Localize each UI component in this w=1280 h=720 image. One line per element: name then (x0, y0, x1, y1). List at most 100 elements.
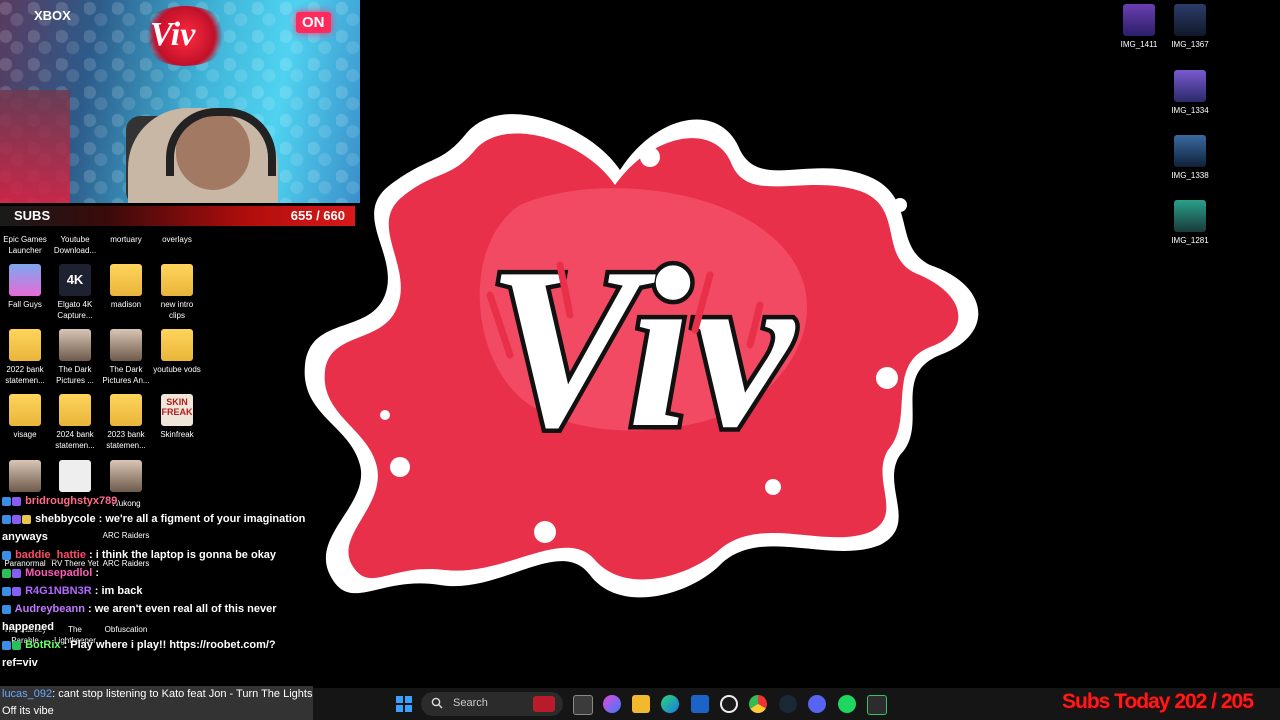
icon-label: 2022 bank statemen... (5, 365, 45, 385)
icon-label: IMG_1338 (1171, 171, 1209, 180)
icon-label: The Dark Pictures ... (56, 365, 94, 385)
subscriber-badge-icon (2, 550, 11, 560)
crown-badge-icon (22, 514, 31, 524)
desktop-icon-overlays[interactable]: overlays (152, 234, 202, 245)
game-shortcut-icon (110, 329, 142, 361)
icon-label: youtube vods (153, 365, 201, 374)
desktop-icon-img-1281[interactable]: IMG_1281 (1165, 200, 1215, 246)
icon-label: Elgato 4K Capture... (57, 300, 93, 320)
fall-guys-icon (9, 264, 41, 296)
icon-label: Skinfreak (160, 430, 194, 439)
desktop-icon-video[interactable] (50, 460, 100, 495)
icon-label: The Dark Pictures An... (102, 365, 150, 385)
desktop-icon-img-1411[interactable]: IMG_1411 (1114, 4, 1164, 50)
chat-username: baddie_hattie (15, 549, 86, 561)
chat-text: : i think the laptop is gonna be okay (85, 549, 277, 561)
chat-message: bridroughstyx789 (0, 492, 310, 510)
subs-today-value: 202 / 205 (1174, 690, 1254, 713)
desktop-icon-fall-guys[interactable]: Fall Guys (0, 264, 50, 310)
webcam-neon-sign: Viv (150, 16, 196, 53)
folder-icon (110, 394, 142, 426)
gift-badge-icon (12, 586, 21, 596)
subscriber-badge-icon (2, 604, 11, 614)
desktop-icon-dark-pictures-1[interactable]: The Dark Pictures ... (50, 329, 100, 386)
desktop-icon-mortuary[interactable]: mortuary (101, 234, 151, 245)
desktop-icon-game-1[interactable] (0, 460, 50, 495)
folder-icon (9, 394, 41, 426)
folder-icon (161, 329, 193, 361)
desktop-icon-epic-games[interactable]: Epic Games Launcher (0, 234, 50, 256)
subscriber-badge-icon (2, 514, 11, 524)
chat-username: lucas_092 (2, 688, 53, 700)
gift-badge-icon (12, 496, 21, 506)
task-view-icon[interactable] (573, 695, 593, 715)
chat-username: Mousepadlol (25, 567, 93, 579)
obs-icon[interactable] (720, 695, 738, 713)
file-explorer-icon[interactable] (632, 695, 650, 713)
image-file-icon (1174, 70, 1206, 102)
folder-icon (110, 264, 142, 296)
chat-username: shebbycole (35, 513, 96, 525)
subscriber-badge-icon (2, 586, 11, 596)
verified-badge-icon (12, 640, 21, 650)
icon-label: madison (110, 300, 142, 309)
icon-label: Youtube Download... (53, 235, 97, 255)
store-icon[interactable] (691, 695, 709, 713)
search-placeholder: Search (453, 697, 488, 709)
spotify-icon[interactable] (838, 695, 856, 713)
windows-start-icon[interactable] (395, 695, 413, 713)
desktop-icon-img-1367[interactable]: IMG_1367 (1165, 4, 1215, 50)
chat-username: Audreybeann (14, 603, 85, 615)
stream-chat: bridroughstyx789 shebbycole : we're all … (0, 492, 310, 672)
chat-message: R4G1NBN3R : im back (0, 582, 310, 600)
terminal-icon[interactable] (867, 695, 887, 715)
desktop-icon-2023-bank[interactable]: 2023 bank statemen... (101, 394, 151, 451)
image-file-icon (1174, 4, 1206, 36)
icon-label: new intro clips (160, 300, 194, 320)
game-shortcut-icon (59, 329, 91, 361)
taskbar-search-box[interactable]: Search (421, 692, 563, 716)
chat-message: Audreybeann : we aren't even real all of… (0, 600, 310, 636)
desktop-icon-2022-bank[interactable]: 2022 bank statemen... (0, 329, 50, 386)
video-file-icon (59, 460, 91, 492)
subscriber-badge-icon (2, 640, 11, 650)
folder-icon (9, 329, 41, 361)
elgato-4k-icon: 4K (59, 264, 91, 296)
skinfreak-icon: SKIN FREAK (161, 394, 193, 426)
desktop: Viv XBOX ON SUBS 655 / 660 Epic Games La… (0, 0, 1280, 720)
desktop-icon-new-intro-clips[interactable]: new intro clips (152, 264, 202, 321)
image-file-icon (1123, 4, 1155, 36)
chat-text: : (92, 567, 100, 579)
folder-icon (161, 264, 193, 296)
chrome-icon[interactable] (749, 695, 767, 713)
desktop-icon-elgato[interactable]: 4K Elgato 4K Capture... (50, 264, 100, 321)
desktop-icon-img-1334[interactable]: IMG_1334 (1165, 70, 1215, 116)
desktop-icon-skinfreak[interactable]: SKIN FREAK Skinfreak (152, 394, 202, 440)
webcam-desk (0, 90, 70, 203)
desktop-icon-dark-pictures-2[interactable]: The Dark Pictures An... (101, 329, 151, 386)
subscriber-badge-icon (2, 496, 11, 506)
desktop-icon-visage[interactable]: visage (0, 394, 50, 440)
webcam-onair-sign: ON (296, 12, 331, 33)
chat-username: R4G1NBN3R (25, 585, 92, 597)
image-file-icon (1174, 135, 1206, 167)
chat-message: BotRix : Play where i play!! https://roo… (0, 636, 310, 672)
desktop-icon-img-1338[interactable]: IMG_1338 (1165, 135, 1215, 181)
icon-label: IMG_1367 (1171, 40, 1209, 49)
chat-username: BotRix (25, 639, 61, 651)
icon-label: Fall Guys (8, 300, 42, 309)
steam-icon[interactable] (779, 695, 797, 713)
chat-latest-message: lucas_092: cant stop listening to Kato f… (0, 686, 313, 720)
icon-label: mortuary (110, 235, 142, 244)
game-shortcut-icon (9, 460, 41, 492)
icon-label: IMG_1334 (1171, 106, 1209, 115)
desktop-icon-youtube-download[interactable]: Youtube Download... (50, 234, 100, 256)
desktop-icon-youtube-vods[interactable]: youtube vods (152, 329, 202, 375)
icon-label: visage (13, 430, 37, 439)
desktop-icon-2024-bank[interactable]: 2024 bank statemen... (50, 394, 100, 451)
edge-icon[interactable] (661, 695, 679, 713)
desktop-icon-madison[interactable]: madison (101, 264, 151, 310)
copilot-icon[interactable] (603, 695, 621, 713)
chat-message: Mousepadlol : (0, 564, 310, 582)
discord-icon[interactable] (808, 695, 826, 713)
